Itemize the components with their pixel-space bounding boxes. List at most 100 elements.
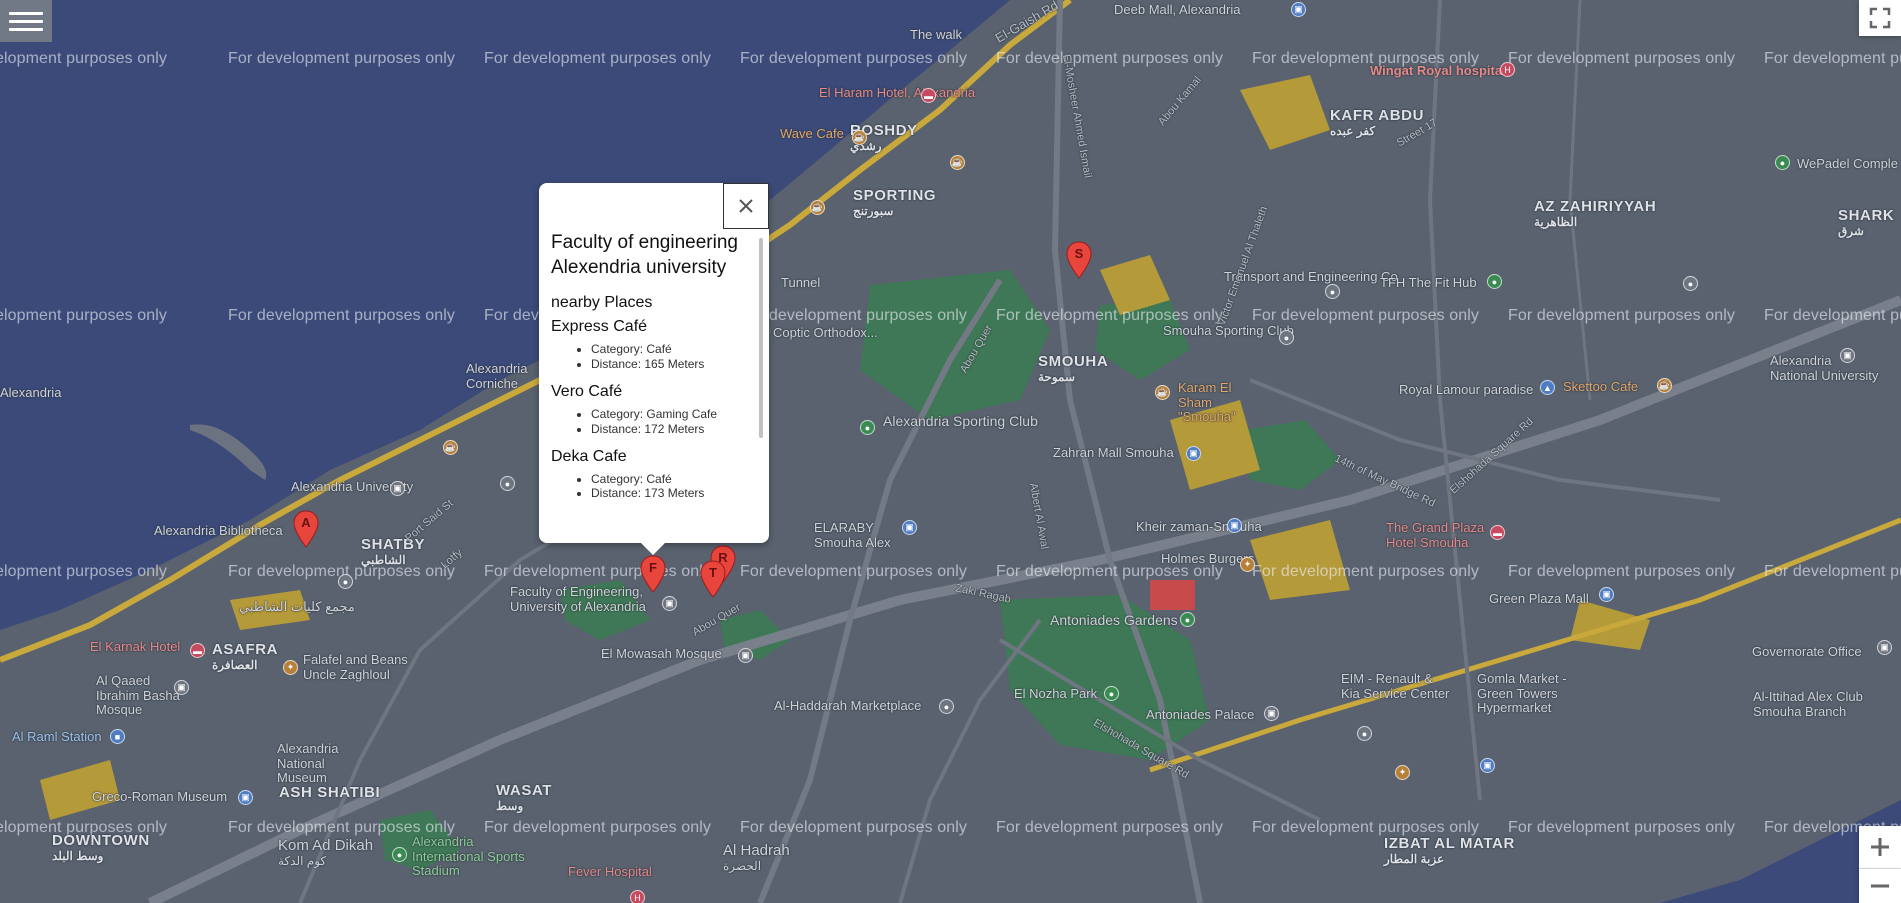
school-icon[interactable]: ▣ bbox=[662, 596, 677, 611]
place-tfh: TFH The Fit Hub bbox=[1380, 275, 1477, 290]
nearby-place-name: Deka Cafe bbox=[551, 447, 627, 465]
place-felafel: Falafel and Beans Uncle Zaghloul bbox=[303, 652, 408, 682]
restaurant-icon[interactable]: ✦ bbox=[1240, 557, 1255, 572]
cafe-icon[interactable]: ☕ bbox=[1155, 385, 1170, 400]
minus-icon bbox=[1871, 884, 1889, 888]
cafe-icon[interactable]: ☕ bbox=[852, 130, 867, 145]
museum-icon[interactable]: ▣ bbox=[238, 790, 253, 805]
sports-icon[interactable]: ● bbox=[1775, 155, 1790, 170]
school-icon[interactable]: ▣ bbox=[1840, 348, 1855, 363]
hotel-icon[interactable]: ▬ bbox=[190, 643, 205, 658]
hamburger-menu-icon bbox=[9, 19, 43, 23]
place-karam-el-sham: Karam El Sham "Smouha" bbox=[1178, 380, 1236, 425]
hospital-icon[interactable]: H bbox=[1500, 62, 1515, 77]
park-icon[interactable]: ● bbox=[1104, 686, 1119, 701]
place-pin-icon[interactable]: ● bbox=[1279, 330, 1294, 345]
place-wepadel: WePadel Comple bbox=[1797, 156, 1898, 171]
nearby-places-list: Express Café Category: Café Distance: 16… bbox=[551, 318, 753, 500]
nearby-place-name: Express Café bbox=[551, 318, 648, 336]
restaurant-icon[interactable]: ✦ bbox=[283, 660, 298, 675]
park-icon[interactable]: ● bbox=[1180, 612, 1195, 627]
zoom-out-button[interactable] bbox=[1859, 869, 1901, 903]
place-zahran-mall: Zahran Mall Smouha bbox=[1053, 445, 1174, 460]
menu-button[interactable] bbox=[0, 0, 52, 42]
place-pin-icon[interactable]: ● bbox=[939, 699, 954, 714]
info-window[interactable]: Faculty of engineering Alexendria univer… bbox=[539, 183, 769, 555]
place-antoniades-palace: Antoniades Palace bbox=[1146, 707, 1255, 722]
shopping-icon[interactable]: ▣ bbox=[1186, 446, 1201, 461]
museum-icon[interactable]: ▣ bbox=[1264, 706, 1279, 721]
mosque-icon[interactable]: ▣ bbox=[174, 680, 189, 695]
park-icon[interactable]: ● bbox=[860, 420, 875, 435]
nearby-place-category: Category: Café bbox=[591, 342, 753, 356]
district-sporting: SPORTING سبورتنج bbox=[853, 187, 937, 218]
map-marker-f[interactable]: F bbox=[640, 555, 666, 593]
place-deeb-mall: Deeb Mall, Alexandria bbox=[1114, 2, 1241, 17]
place-pin-icon[interactable]: ● bbox=[338, 574, 353, 589]
place-antoniades-gardens: Antoniades Gardens bbox=[1050, 612, 1178, 628]
government-icon[interactable]: ▣ bbox=[1877, 640, 1892, 655]
nearby-place-item: Express Café Category: Café Distance: 16… bbox=[551, 318, 753, 371]
shopping-icon[interactable]: ▣ bbox=[1599, 587, 1614, 602]
place-green-plaza: Green Plaza Mall bbox=[1489, 591, 1589, 606]
place-tunnel: Tunnel bbox=[781, 275, 821, 290]
cafe-icon[interactable]: ☕ bbox=[950, 155, 965, 170]
place-faculty: Faculty of Engineering, University of Al… bbox=[510, 584, 646, 614]
hospital-icon[interactable]: H bbox=[630, 890, 645, 903]
shopping-icon[interactable]: ▣ bbox=[1227, 518, 1242, 533]
restaurant-icon[interactable]: ✦ bbox=[1395, 765, 1410, 780]
info-window-close-button[interactable] bbox=[723, 183, 769, 229]
district-shark: SHARK شرق bbox=[1838, 207, 1895, 238]
map-marker-s[interactable]: S bbox=[1066, 241, 1092, 279]
park-icon[interactable]: ● bbox=[1487, 274, 1502, 289]
landmark-icon[interactable]: ▲ bbox=[1540, 380, 1555, 395]
place-fever-hospital: Fever Hospital bbox=[568, 864, 652, 879]
place-alex-national-museum: Alexandria National Museum bbox=[277, 741, 339, 786]
shopping-icon[interactable]: ▣ bbox=[902, 520, 917, 535]
place-el-nozha: El Nozha Park bbox=[1014, 686, 1098, 701]
shopping-icon[interactable]: ▣ bbox=[1291, 2, 1306, 17]
place-eim-renault: EIM - Renault & Kia Service Center bbox=[1341, 671, 1450, 701]
district-shatby: SHATBY الشاطبي bbox=[361, 536, 426, 567]
stadium-icon[interactable]: ● bbox=[392, 847, 407, 862]
district-al-hadrah: Al Hadrah الحضرة bbox=[723, 842, 790, 873]
cafe-icon[interactable]: ☕ bbox=[1657, 378, 1672, 393]
place-pin-icon[interactable]: ● bbox=[500, 476, 515, 491]
hotel-icon[interactable]: ▬ bbox=[921, 88, 936, 103]
district-izbat-al-matar: IZBAT AL MATAR عزبة المطار bbox=[1384, 835, 1515, 866]
mosque-icon[interactable]: ▣ bbox=[738, 648, 753, 663]
place-alex-intl-stadium: Alexandria International Sports Stadium bbox=[412, 834, 525, 879]
nearby-place-category: Category: Café bbox=[591, 472, 753, 486]
map-marker-a[interactable]: A bbox=[293, 510, 319, 548]
place-wave-cafe: Wave Cafe bbox=[780, 126, 844, 141]
info-window-scrollbar[interactable] bbox=[759, 238, 763, 438]
school-icon[interactable]: ▣ bbox=[390, 481, 405, 496]
shopping-icon[interactable]: ▣ bbox=[1480, 758, 1495, 773]
place-skettoo: Skettoo Cafe bbox=[1563, 379, 1639, 394]
nearby-places-heading: nearby Places bbox=[551, 294, 653, 312]
map-marker-t[interactable]: T bbox=[700, 560, 726, 598]
place-alexandria-corniche: Alexandria Corniche bbox=[466, 361, 528, 391]
place-pin-icon[interactable]: ● bbox=[1325, 284, 1340, 299]
place-the-walk: The walk bbox=[910, 27, 963, 42]
cafe-icon[interactable]: ☕ bbox=[810, 200, 825, 215]
place-coptic: Coptic Orthodox... bbox=[773, 325, 878, 340]
info-window-title: Faculty of engineering Alexendria univer… bbox=[551, 232, 738, 278]
map-canvas[interactable]: For development purposes onlyFor develop… bbox=[0, 0, 1901, 903]
district-kom-ad-dikah: Kom Ad Dikah كوم الدكة bbox=[278, 837, 374, 868]
district-smouha: SMOUHA سموحة bbox=[1038, 353, 1109, 384]
fullscreen-button[interactable] bbox=[1859, 0, 1901, 36]
transit-icon[interactable]: ■ bbox=[110, 729, 125, 744]
stadium-icon[interactable]: ● bbox=[1683, 276, 1698, 291]
place-royal-lamour: Royal Lamour paradise bbox=[1399, 382, 1534, 397]
nearby-place-category: Category: Gaming Cafe bbox=[591, 407, 753, 421]
close-icon bbox=[739, 199, 753, 213]
fullscreen-icon bbox=[1869, 7, 1891, 29]
place-elaraby: ELARABY Smouha Alex bbox=[814, 520, 891, 550]
nearby-place-item: Vero Café Category: Gaming Cafe Distance… bbox=[551, 383, 753, 436]
hotel-icon[interactable]: ▬ bbox=[1490, 525, 1505, 540]
district-az-zahiriyyah: AZ ZAHIRIYYAH الظاهرية bbox=[1534, 198, 1657, 229]
cafe-icon[interactable]: ☕ bbox=[443, 440, 458, 455]
zoom-in-button[interactable] bbox=[1859, 826, 1901, 869]
place-pin-icon[interactable]: ● bbox=[1357, 726, 1372, 741]
